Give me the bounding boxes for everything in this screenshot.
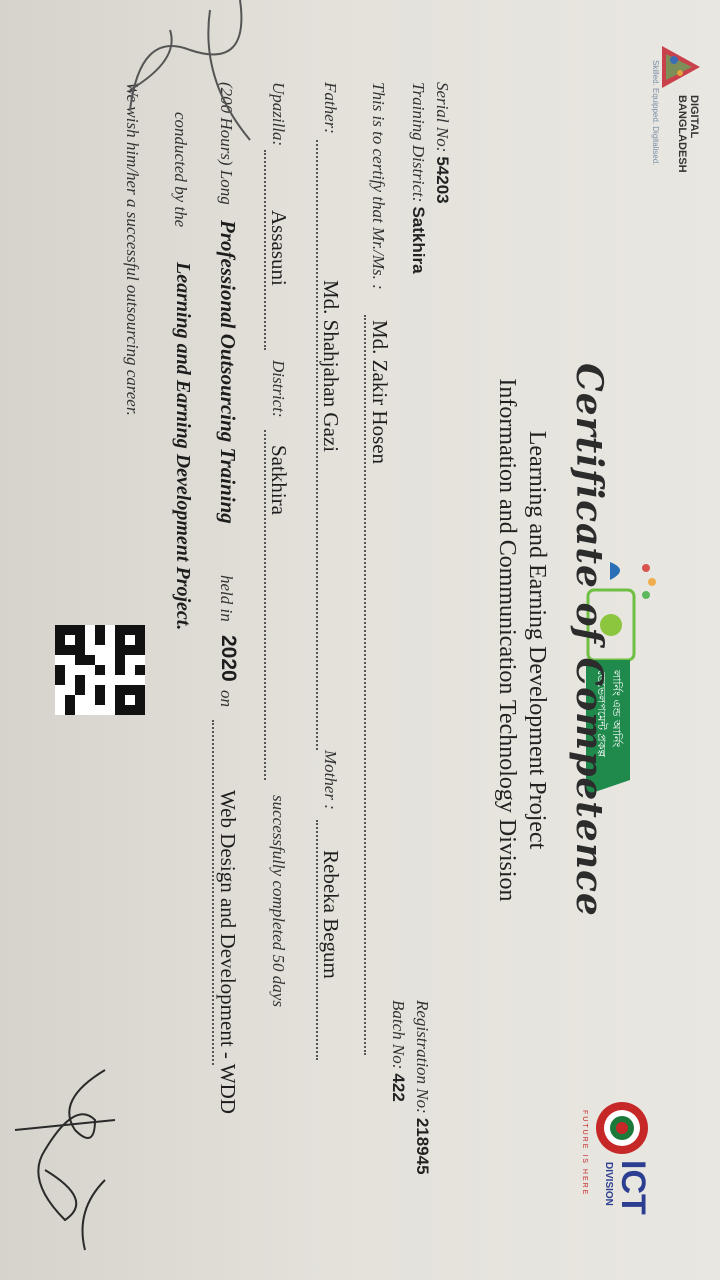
- signature-right-icon: [0, 1060, 135, 1260]
- digital-bangladesh-logo-icon: [653, 42, 702, 92]
- completed-text: successfully completed 50 days: [269, 795, 288, 1007]
- qr-code-icon: [50, 625, 145, 715]
- certificate-subtitle-2: Information and Communication Technology…: [494, 378, 520, 902]
- digital-bangladesh-wordmark: DIGITAL BANGLADESH: [676, 95, 700, 173]
- upazilla-value: Assasuni: [267, 210, 291, 286]
- district-value: Satkhira: [267, 445, 291, 515]
- ledp-logo-text-line1: লার্নিং এন্ড আর্নিং: [610, 670, 623, 748]
- certificate-title: Certificate of Competence: [568, 363, 610, 917]
- father-label: Father:: [321, 82, 340, 134]
- certificate-sheet: DIGITAL BANGLADESH Skilled. Equipped. Di…: [0, 0, 720, 1280]
- digital-bangladesh-tagline: Skilled. Equipped. Digitalised.: [651, 60, 660, 166]
- course-dotted-line: [212, 720, 214, 1065]
- training-year: 2020: [217, 635, 240, 682]
- recipient-name: Md. Zakir Hosen: [368, 320, 392, 465]
- name-dotted-line: [364, 315, 366, 1055]
- mother-label: Mother :: [321, 750, 340, 810]
- training-name: Professional Outsourcing Training: [216, 220, 240, 524]
- on-text: on: [217, 690, 236, 707]
- serial-number: Serial No: 54203: [433, 82, 452, 204]
- ict-logo-main: ICT: [614, 1160, 652, 1215]
- certificate-subtitle-1: Learning and Earning Development Project: [524, 430, 550, 850]
- batch-number: Batch No: 422: [389, 1000, 408, 1102]
- certify-label: This is to certify that Mr./Ms. :: [369, 82, 388, 290]
- father-name: Md. Shahjahan Gazi: [319, 280, 343, 453]
- project-name: Learning and Earning Development Project…: [172, 262, 194, 631]
- upazilla-label: Upazilla:: [269, 82, 288, 147]
- held-text: held in: [217, 575, 236, 622]
- mother-name: Rebeka Begum: [319, 850, 343, 979]
- course-name: Web Design and Development - WDD: [216, 790, 240, 1114]
- registration-number: Registration No: 218945: [413, 1000, 432, 1175]
- district-label: District:: [269, 360, 288, 418]
- signature-left-icon: [115, 0, 270, 190]
- training-district: Training District: Satkhira: [409, 82, 428, 274]
